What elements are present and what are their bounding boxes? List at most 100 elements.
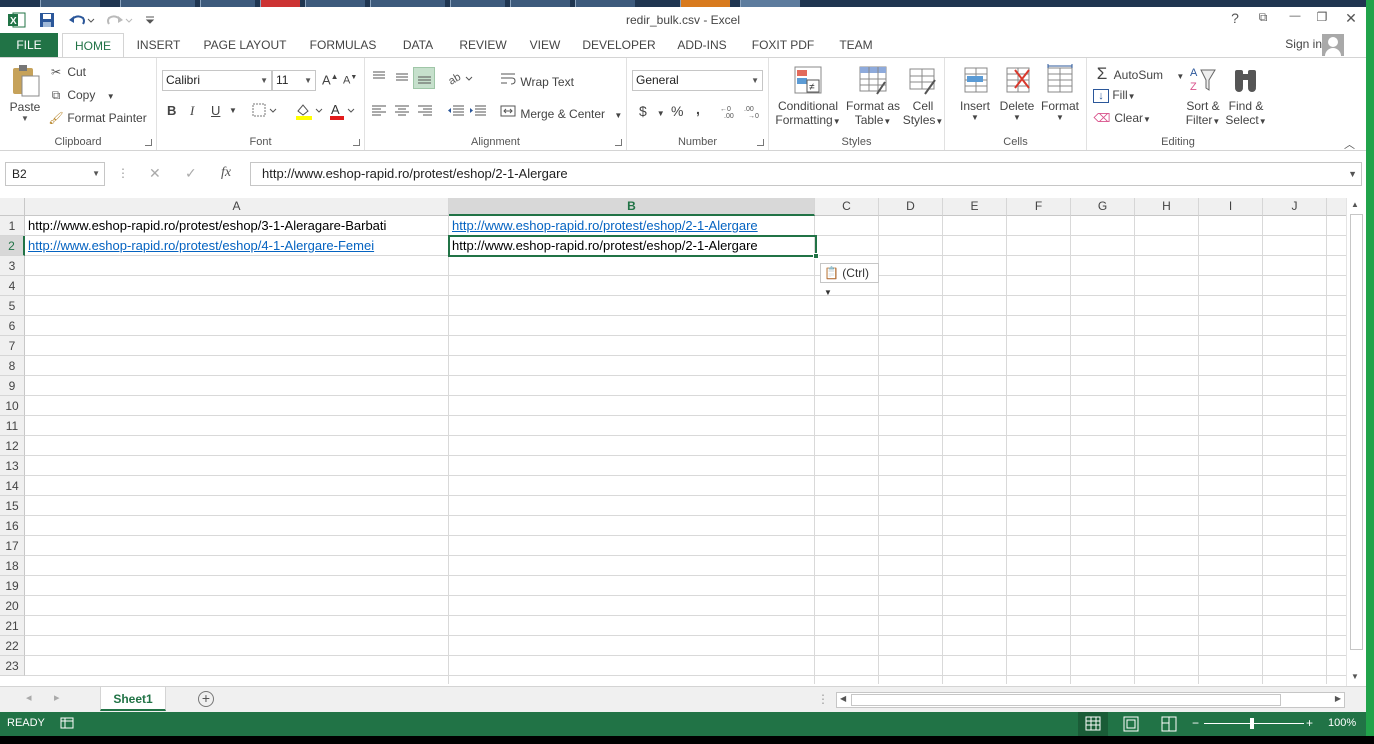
currency-button[interactable]: $ ▼ <box>639 103 665 119</box>
fill-color-button[interactable] <box>295 102 325 123</box>
column-header-d[interactable]: D <box>879 198 943 216</box>
row-header-17[interactable]: 17 <box>0 536 25 556</box>
tab-page-layout[interactable]: PAGE LAYOUT <box>197 33 293 57</box>
cell-b1[interactable]: http://www.eshop-rapid.ro/protest/eshop/… <box>449 216 815 236</box>
row-header-20[interactable]: 20 <box>0 596 25 616</box>
italic-button[interactable]: I <box>190 103 194 119</box>
collapse-ribbon-icon[interactable]: ︿ <box>1344 136 1355 152</box>
paste-button[interactable]: Paste ▼ <box>6 64 44 123</box>
row-header-6[interactable]: 6 <box>0 316 25 336</box>
taskbar-button[interactable] <box>575 0 635 7</box>
name-box[interactable]: B2 ▼ <box>5 162 105 186</box>
close-button[interactable]: ✕ <box>1340 10 1362 30</box>
column-header-h[interactable]: H <box>1135 198 1199 216</box>
column-header-a[interactable]: A <box>25 198 449 216</box>
taskbar-button[interactable] <box>740 0 800 7</box>
find-select-button[interactable]: Find & Select▼ <box>1225 64 1267 127</box>
autosum-button[interactable]: Σ AutoSum ▼ <box>1093 64 1185 84</box>
cell-a1[interactable]: http://www.eshop-rapid.ro/protest/eshop/… <box>25 216 449 236</box>
zoom-level[interactable]: 100% <box>1328 717 1356 729</box>
format-painter-button[interactable]: 🖌 Format Painter <box>48 111 146 125</box>
dialog-launcher-icon[interactable] <box>145 139 152 146</box>
enter-icon[interactable]: ✓ <box>185 165 197 182</box>
tab-formulas[interactable]: FORMULAS <box>304 33 382 57</box>
dialog-launcher-icon[interactable] <box>757 139 764 146</box>
dialog-launcher-icon[interactable] <box>353 139 360 146</box>
sign-in-link[interactable]: Sign in <box>1285 37 1322 51</box>
align-right-button[interactable] <box>417 104 433 121</box>
horizontal-scrollbar[interactable]: ◀ ▶ <box>836 692 1345 708</box>
column-header-f[interactable]: F <box>1007 198 1071 216</box>
row-header-8[interactable]: 8 <box>0 356 25 376</box>
column-header-j[interactable]: J <box>1263 198 1327 216</box>
tab-data[interactable]: DATA <box>392 33 444 57</box>
row-header-23[interactable]: 23 <box>0 656 25 676</box>
scroll-up-icon[interactable]: ▲ <box>1351 200 1359 209</box>
column-header-i[interactable]: I <box>1199 198 1263 216</box>
scroll-thumb[interactable] <box>1350 214 1363 650</box>
chevron-down-icon[interactable]: ▼ <box>1348 163 1357 185</box>
taskbar-button[interactable] <box>120 0 195 7</box>
scroll-left-icon[interactable]: ◀ <box>840 694 846 703</box>
number-format-combo[interactable]: General ▼ <box>632 70 763 91</box>
row-header-21[interactable]: 21 <box>0 616 25 636</box>
fill-handle[interactable] <box>813 253 819 259</box>
borders-button[interactable] <box>252 102 280 121</box>
clear-button[interactable]: ⌫ Clear▼ <box>1093 111 1151 125</box>
avatar[interactable] <box>1322 34 1344 56</box>
percent-button[interactable]: % <box>671 103 683 119</box>
fill-button[interactable]: ↓ Fill▼ <box>1093 88 1136 103</box>
row-header-15[interactable]: 15 <box>0 496 25 516</box>
scroll-right-icon[interactable]: ▶ <box>1335 694 1341 703</box>
font-size-combo[interactable]: 11 ▼ <box>272 70 316 91</box>
taskbar-button[interactable] <box>40 0 100 7</box>
cell-a2[interactable]: http://www.eshop-rapid.ro/protest/eshop/… <box>25 236 449 256</box>
tab-view[interactable]: VIEW <box>522 33 568 57</box>
tab-file[interactable]: FILE <box>0 33 58 57</box>
row-header-13[interactable]: 13 <box>0 456 25 476</box>
scroll-down-icon[interactable]: ▼ <box>1351 672 1359 681</box>
select-all-corner[interactable] <box>0 198 25 216</box>
delete-cells-button[interactable]: Delete ▼ <box>997 64 1037 122</box>
paste-options-button[interactable]: 📋 (Ctrl) ▼ <box>820 263 879 297</box>
tab-insert[interactable]: INSERT <box>131 33 186 57</box>
row-header-7[interactable]: 7 <box>0 336 25 356</box>
column-header-c[interactable]: C <box>815 198 879 216</box>
tab-review[interactable]: REVIEW <box>454 33 512 57</box>
row-header-4[interactable]: 4 <box>0 276 25 296</box>
row-header-22[interactable]: 22 <box>0 636 25 656</box>
row-header-1[interactable]: 1 <box>0 216 25 236</box>
row-header-5[interactable]: 5 <box>0 296 25 316</box>
maximize-button[interactable]: ❐ <box>1311 10 1333 30</box>
row-header-18[interactable]: 18 <box>0 556 25 576</box>
row-header-9[interactable]: 9 <box>0 376 25 396</box>
underline-button[interactable]: U <box>211 103 220 118</box>
next-sheet-icon[interactable]: ▸ <box>54 691 60 704</box>
minimize-button[interactable]: — <box>1284 10 1306 30</box>
decrease-indent-button[interactable] <box>447 104 465 121</box>
center-button[interactable] <box>394 104 410 121</box>
page-layout-view-button[interactable] <box>1118 712 1144 739</box>
tab-add-ins[interactable]: ADD-INS <box>670 33 734 57</box>
scroll-thumb[interactable] <box>851 694 1281 706</box>
taskbar-button[interactable] <box>260 0 300 7</box>
row-header-10[interactable]: 10 <box>0 396 25 416</box>
conditional-formatting-button[interactable]: ≠ Conditional Formatting▼ <box>774 64 842 127</box>
taskbar-button[interactable] <box>510 0 570 7</box>
column-header-g[interactable]: G <box>1071 198 1135 216</box>
bold-button[interactable]: B <box>167 103 176 118</box>
row-header-2[interactable]: 2 <box>0 236 25 256</box>
top-align-button[interactable] <box>371 70 387 87</box>
tab-developer[interactable]: DEVELOPER <box>578 33 660 57</box>
insert-function-icon[interactable]: fx <box>221 165 231 181</box>
decrease-decimal-button[interactable]: .00 →0 <box>744 104 762 121</box>
middle-align-button[interactable] <box>394 70 410 87</box>
ribbon-display-options-button[interactable]: ⧉ <box>1252 10 1274 30</box>
zoom-slider-thumb[interactable] <box>1250 718 1254 729</box>
add-sheet-button[interactable]: + <box>198 691 214 707</box>
align-left-button[interactable] <box>371 104 387 121</box>
page-break-view-button[interactable] <box>1156 712 1182 739</box>
vertical-scrollbar[interactable]: ▲ ▼ <box>1346 198 1366 686</box>
increase-font-size-button[interactable]: A▲ <box>322 72 339 87</box>
tab-home[interactable]: HOME <box>62 33 124 58</box>
